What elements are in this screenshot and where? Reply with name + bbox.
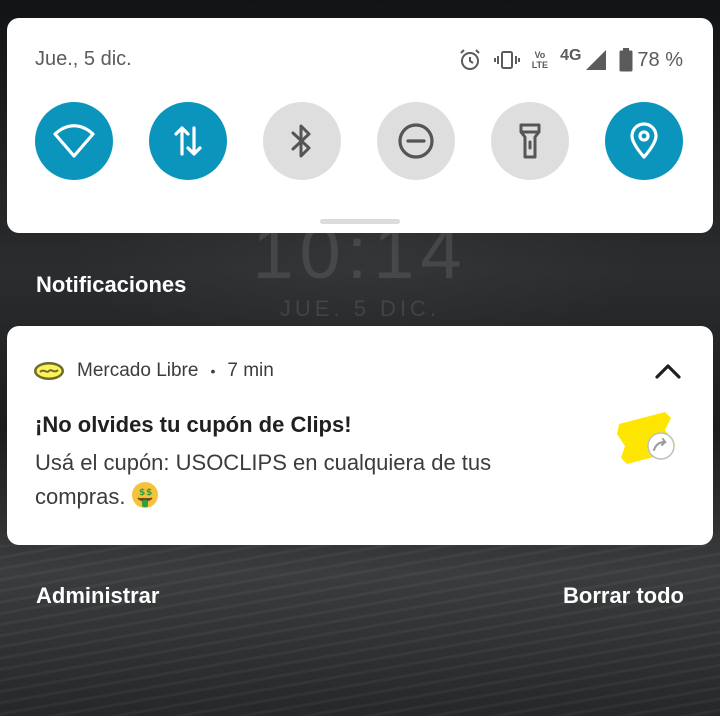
battery: 78 % xyxy=(619,48,683,72)
signal-icon xyxy=(586,50,607,70)
lte-label: LTE xyxy=(531,60,549,70)
coupon-ticket-icon xyxy=(617,412,675,464)
chevron-up-icon xyxy=(655,364,681,379)
mercadolibre-logo-icon xyxy=(34,362,64,380)
money-mouth-emoji-icon: $ $ xyxy=(131,481,159,519)
lockscreen-date: JUE. 5 DIC. xyxy=(279,296,441,321)
battery-icon xyxy=(619,48,633,72)
separator-dot: • xyxy=(210,363,216,379)
network-type: 4G xyxy=(560,47,582,64)
notification-title: ¡No olvides tu cupón de Clips! xyxy=(35,412,352,437)
manage-button[interactable]: Administrar xyxy=(36,583,159,609)
notifications-header: Notificaciones xyxy=(36,272,187,297)
location-icon xyxy=(630,122,658,159)
quick-settings-tiles xyxy=(35,102,683,180)
notification-app-name: Mercado Libre xyxy=(77,360,199,381)
quick-settings-panel: Jue., 5 dic. Vo LTE 4G 78 % xyxy=(7,18,713,233)
tile-flashlight[interactable] xyxy=(491,102,569,180)
dnd-icon xyxy=(398,123,434,159)
vibrate-icon xyxy=(493,51,520,69)
notification-card[interactable]: Mercado Libre • 7 min ¡No olvides tu cup… xyxy=(7,326,713,545)
bluetooth-icon xyxy=(291,124,311,158)
notification-body: Usá el cupón: USOCLIPS en cualquiera de … xyxy=(35,450,492,509)
battery-percent: 78 % xyxy=(637,48,683,71)
alarm-icon xyxy=(460,49,480,70)
tile-wifi[interactable] xyxy=(35,102,113,180)
notification-body-wrap: Usá el cupón: USOCLIPS en cualquiera de … xyxy=(35,446,575,519)
notification-time: 7 min xyxy=(227,360,274,381)
volte-label: Vo xyxy=(534,50,546,60)
svg-text:$: $ xyxy=(139,488,145,498)
wifi-icon xyxy=(53,124,95,158)
drag-handle[interactable] xyxy=(320,219,400,224)
volte-icon: Vo LTE xyxy=(532,50,548,70)
svg-text:$: $ xyxy=(146,488,152,498)
data-arrows-icon xyxy=(174,126,202,156)
flashlight-icon xyxy=(519,123,541,159)
status-icons: Vo LTE 4G 78 % xyxy=(458,46,683,74)
clear-all-button[interactable]: Borrar todo xyxy=(563,583,684,609)
status-date[interactable]: Jue., 5 dic. xyxy=(35,48,132,71)
notification-app-row: Mercado Libre • 7 min xyxy=(33,356,274,386)
tile-location[interactable] xyxy=(605,102,683,180)
tile-bluetooth[interactable] xyxy=(263,102,341,180)
collapse-button[interactable] xyxy=(653,358,683,384)
tile-do-not-disturb[interactable] xyxy=(377,102,455,180)
tile-mobile-data[interactable] xyxy=(149,102,227,180)
